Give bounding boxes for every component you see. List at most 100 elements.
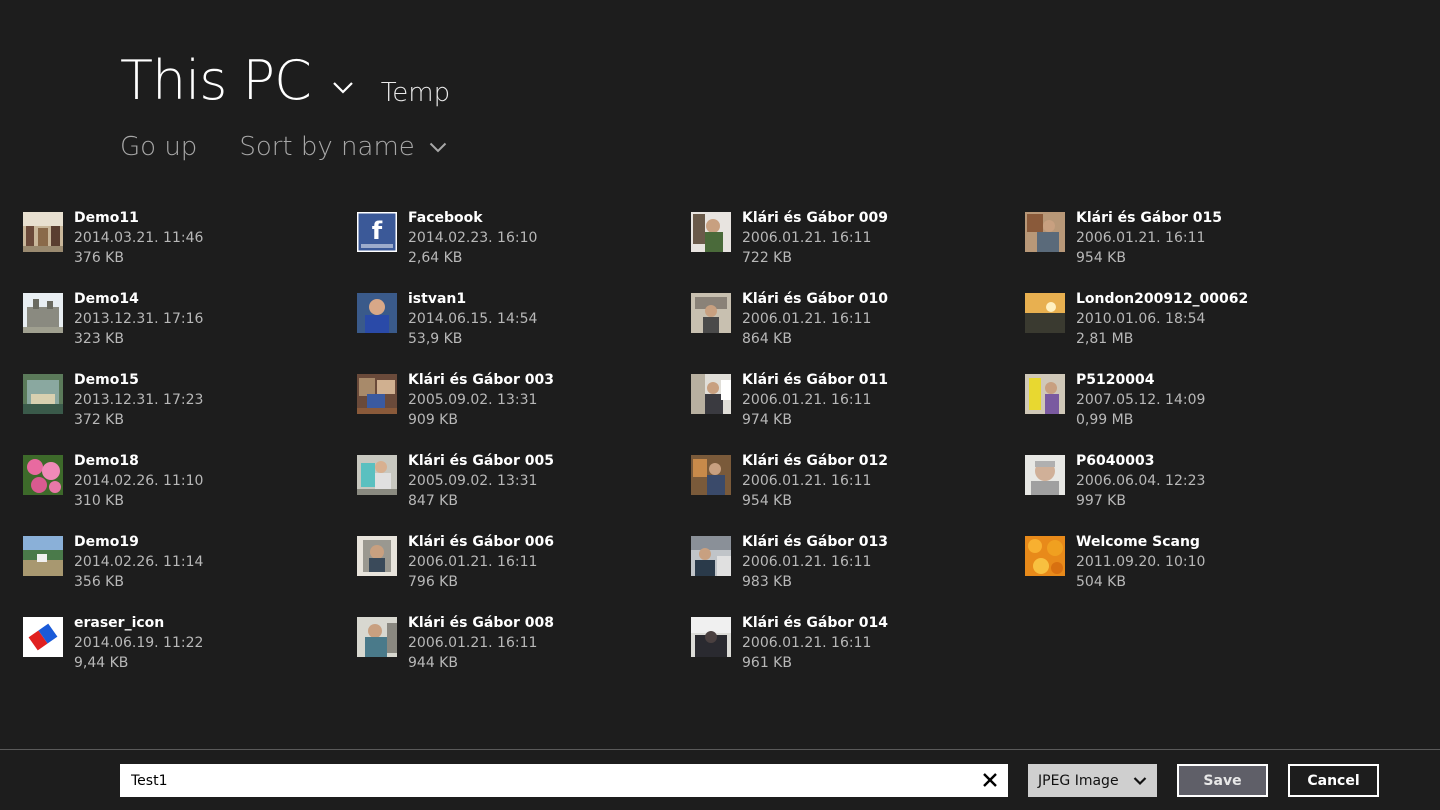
file-name: Klári és Gábor 008: [408, 615, 554, 631]
chevron-down-icon[interactable]: [329, 68, 357, 108]
file-item[interactable]: Klári és Gábor 008 2006.01.21. 16:11 944 K…: [357, 613, 691, 694]
file-item[interactable]: Klári és Gábor 009 2006.01.21. 16:11 722 K…: [691, 208, 1025, 289]
file-meta: Demo18 2014.02.26. 11:10 310 KB: [74, 451, 203, 511]
file-size: 310 KB: [74, 493, 124, 509]
file-date: 2005.09.02. 13:31: [408, 473, 538, 489]
toolbar: Go up Sort by name: [120, 132, 447, 162]
go-up-button[interactable]: Go up: [120, 132, 197, 162]
file-item[interactable]: Klári és Gábor 015 2006.01.21. 16:11 954 K…: [1025, 208, 1359, 289]
file-size: 796 KB: [408, 574, 458, 590]
filename-field[interactable]: [120, 764, 1008, 797]
file-meta: eraser_icon 2014.06.19. 11:22 9,44 KB: [74, 613, 203, 673]
file-name: Klári és Gábor 012: [742, 453, 888, 469]
file-thumbnail: [23, 617, 63, 657]
file-size: 974 KB: [742, 412, 792, 428]
file-thumbnail: [691, 293, 731, 333]
file-meta: Klári és Gábor 015 2006.01.21. 16:11 954 K…: [1076, 208, 1222, 268]
file-meta: istvan1 2014.06.15. 14:54 53,9 KB: [408, 289, 537, 349]
file-date: 2006.01.21. 16:11: [742, 473, 872, 489]
file-item[interactable]: Klári és Gábor 010 2006.01.21. 16:11 864 K…: [691, 289, 1025, 370]
file-date: 2006.01.21. 16:11: [742, 230, 872, 246]
file-item[interactable]: P5120004 2007.05.12. 14:09 0,99 MB: [1025, 370, 1359, 451]
file-size: 323 KB: [74, 331, 124, 347]
file-thumbnail: [23, 293, 63, 333]
file-meta: Klári és Gábor 005 2005.09.02. 13:31 847 K…: [408, 451, 554, 511]
file-name: Demo14: [74, 291, 139, 307]
file-name: Klári és Gábor 003: [408, 372, 554, 388]
file-type-select[interactable]: JPEG Image: [1028, 764, 1157, 797]
close-icon[interactable]: [980, 770, 1000, 790]
file-name: London200912_00062: [1076, 291, 1249, 307]
file-item[interactable]: Demo15 2013.12.31. 17:23 372 KB: [23, 370, 357, 451]
file-thumbnail: [357, 293, 397, 333]
file-size: 53,9 KB: [408, 331, 463, 347]
file-thumbnail: f: [357, 212, 397, 252]
file-name: Klári és Gábor 005: [408, 453, 554, 469]
file-item[interactable]: P6040003 2006.06.04. 12:23 997 KB: [1025, 451, 1359, 532]
file-meta: Demo11 2014.03.21. 11:46 376 KB: [74, 208, 203, 268]
file-size: 9,44 KB: [74, 655, 129, 671]
file-name: Klári és Gábor 006: [408, 534, 554, 550]
file-meta: Klári és Gábor 012 2006.01.21. 16:11 954 K…: [742, 451, 888, 511]
file-thumbnail: [357, 374, 397, 414]
file-size: 983 KB: [742, 574, 792, 590]
file-meta: Klári és Gábor 014 2006.01.21. 16:11 961 K…: [742, 613, 888, 673]
file-name: istvan1: [408, 291, 467, 307]
file-thumbnail: [1025, 374, 1065, 414]
file-thumbnail: [691, 617, 731, 657]
file-date: 2005.09.02. 13:31: [408, 392, 538, 408]
file-item[interactable]: eraser_icon 2014.06.19. 11:22 9,44 KB: [23, 613, 357, 694]
file-size: 847 KB: [408, 493, 458, 509]
file-size: 0,99 MB: [1076, 412, 1134, 428]
file-date: 2011.09.20. 10:10: [1076, 554, 1206, 570]
file-name: Demo15: [74, 372, 139, 388]
file-size: 376 KB: [74, 250, 124, 266]
file-name: Klári és Gábor 014: [742, 615, 888, 631]
current-folder: Temp: [380, 78, 451, 108]
file-item[interactable]: Demo18 2014.02.26. 11:10 310 KB: [23, 451, 357, 532]
file-thumbnail: [1025, 212, 1065, 252]
file-meta: P6040003 2006.06.04. 12:23 997 KB: [1076, 451, 1205, 511]
file-size: 954 KB: [1076, 250, 1126, 266]
sort-dropdown[interactable]: Sort by name: [239, 132, 446, 162]
file-item[interactable]: Klári és Gábor 006 2006.01.21. 16:11 796 K…: [357, 532, 691, 613]
file-thumbnail: [691, 374, 731, 414]
file-date: 2006.06.04. 12:23: [1076, 473, 1206, 489]
file-item[interactable]: Klári és Gábor 005 2005.09.02. 13:31 847 K…: [357, 451, 691, 532]
file-item[interactable]: Demo11 2014.03.21. 11:46 376 KB: [23, 208, 357, 289]
file-item[interactable]: Demo19 2014.02.26. 11:14 356 KB: [23, 532, 357, 613]
file-date: 2006.01.21. 16:11: [408, 635, 538, 651]
file-size: 2,81 MB: [1076, 331, 1134, 347]
file-size: 909 KB: [408, 412, 458, 428]
file-item[interactable]: London200912_00062 2010.01.06. 18:54 2,81 …: [1025, 289, 1359, 370]
save-button[interactable]: Save: [1177, 764, 1268, 797]
file-item[interactable]: Demo14 2013.12.31. 17:16 323 KB: [23, 289, 357, 370]
file-item[interactable]: Klári és Gábor 011 2006.01.21. 16:11 974 K…: [691, 370, 1025, 451]
file-thumbnail: [691, 536, 731, 576]
file-item[interactable]: Klári és Gábor 013 2006.01.21. 16:11 983 K…: [691, 532, 1025, 613]
file-date: 2010.01.06. 18:54: [1076, 311, 1206, 327]
file-item[interactable]: Klári és Gábor 003 2005.09.02. 13:31 909 K…: [357, 370, 691, 451]
location-title[interactable]: This PC: [120, 46, 312, 116]
filename-input[interactable]: [120, 764, 973, 797]
file-save-picker: This PC Temp Go up Sort by name Demo11 20…: [0, 0, 1440, 810]
file-size: 372 KB: [74, 412, 124, 428]
file-meta: Facebook 2014.02.23. 16:10 2,64 KB: [408, 208, 537, 268]
file-item[interactable]: Welcome Scang 2011.09.20. 10:10 504 KB: [1025, 532, 1359, 613]
file-meta: London200912_00062 2010.01.06. 18:54 2,81 …: [1076, 289, 1248, 349]
chevron-down-icon: [1133, 774, 1147, 790]
file-item[interactable]: f Facebook 2014.02.23. 16:10 2,64 KB: [357, 208, 691, 289]
file-meta: Demo15 2013.12.31. 17:23 372 KB: [74, 370, 203, 430]
file-size: 961 KB: [742, 655, 792, 671]
file-size: 2,64 KB: [408, 250, 463, 266]
file-item[interactable]: Klári és Gábor 014 2006.01.21. 16:11 961 K…: [691, 613, 1025, 694]
file-meta: Klári és Gábor 008 2006.01.21. 16:11 944 K…: [408, 613, 554, 673]
file-item[interactable]: Klári és Gábor 012 2006.01.21. 16:11 954 K…: [691, 451, 1025, 532]
file-meta: Welcome Scang 2011.09.20. 10:10 504 KB: [1076, 532, 1205, 592]
location-header: This PC Temp: [120, 46, 450, 116]
cancel-button[interactable]: Cancel: [1288, 764, 1379, 797]
file-date: 2014.03.21. 11:46: [74, 230, 204, 246]
file-item[interactable]: istvan1 2014.06.15. 14:54 53,9 KB: [357, 289, 691, 370]
file-date: 2014.06.19. 11:22: [74, 635, 204, 651]
file-thumbnail: [357, 455, 397, 495]
